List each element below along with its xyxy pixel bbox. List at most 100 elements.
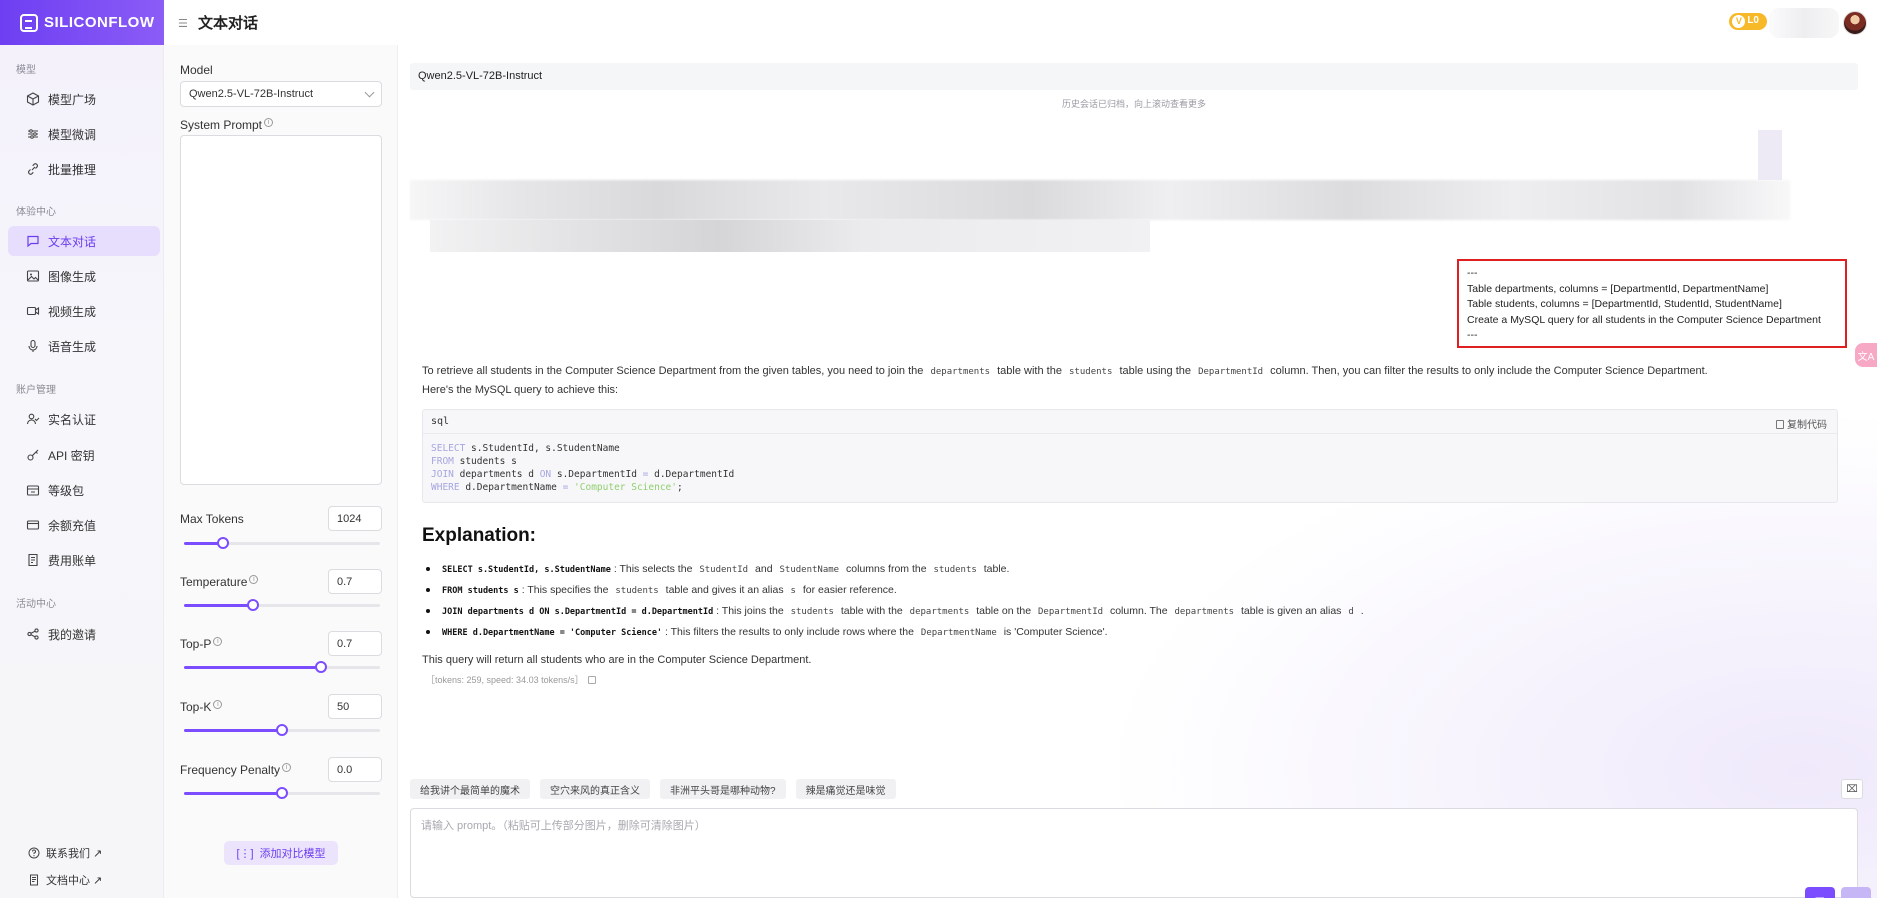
suggestion-chip[interactable]: 辣是痛觉还是味觉 bbox=[795, 779, 896, 799]
slider-thumb bbox=[276, 724, 288, 736]
temperature-input[interactable]: 0.7 bbox=[328, 569, 382, 594]
top-k-slider[interactable] bbox=[184, 724, 380, 736]
level-badge[interactable]: L0 bbox=[1729, 13, 1767, 30]
info-icon: i bbox=[213, 700, 223, 709]
top-k-label: Top-K i bbox=[180, 700, 223, 714]
brand-name: SILICONFLOW bbox=[44, 14, 155, 31]
page-title: 文本对话 bbox=[198, 15, 259, 32]
slider-thumb bbox=[315, 661, 328, 673]
sidebar-item-label: 图像生成 bbox=[48, 269, 97, 284]
compare-icon: [⋮] bbox=[236, 847, 254, 860]
info-icon: i bbox=[213, 637, 223, 646]
sidebar-item-batch-inference[interactable]: 批量推理 bbox=[8, 154, 160, 184]
chat-area: Qwen2.5-VL-72B-Instruct 历史会话已归档，向上滚动查看更多… bbox=[398, 45, 1877, 898]
system-prompt-textarea[interactable] bbox=[180, 135, 382, 485]
broom-icon: ⌧ bbox=[1846, 783, 1858, 795]
contact-us-link[interactable]: 联系我们 ↗ bbox=[28, 845, 102, 861]
clear-history-button[interactable]: ⌧ bbox=[1841, 779, 1863, 799]
sidebar-item-label: 视频生成 bbox=[48, 304, 97, 319]
user-message-line: --- bbox=[1467, 267, 1478, 279]
slider-thumb bbox=[276, 787, 288, 799]
frequency-penalty-slider[interactable] bbox=[184, 787, 380, 799]
sidebar-item-label: 文本对话 bbox=[48, 234, 97, 249]
siliconflow-logo-icon bbox=[20, 13, 38, 32]
answer-intro: To retrieve all students in the Computer… bbox=[422, 365, 1708, 377]
docs-link[interactable]: 文档中心 ↗ bbox=[28, 872, 102, 888]
frequency-penalty-label: Frequency Penalty i bbox=[180, 763, 292, 777]
list-item: SELECT s.StudentId, s.StudentName : This… bbox=[422, 559, 1852, 580]
history-archived-note[interactable]: 历史会话已归档，向上滚动查看更多 bbox=[410, 97, 1858, 110]
chat-model-name: Qwen2.5-VL-72B-Instruct bbox=[410, 63, 1858, 90]
user-message-line: Table students, columns = [DepartmentId,… bbox=[1467, 298, 1782, 310]
avatar[interactable] bbox=[1843, 11, 1867, 35]
suggestion-chip[interactable]: 给我讲个最简单的魔术 bbox=[410, 779, 530, 799]
sidebar-item-video-gen[interactable]: 视频生成 bbox=[8, 296, 160, 326]
sidebar-item-label: 批量推理 bbox=[48, 162, 97, 177]
user-message-bubble: --- Table departments, columns = [Depart… bbox=[1457, 259, 1847, 348]
upload-image-button[interactable]: ⊞ bbox=[1805, 887, 1835, 898]
send-icon: ➤ bbox=[1851, 894, 1862, 898]
top-k-input[interactable]: 50 bbox=[328, 694, 382, 719]
sidebar-item-label: 费用账单 bbox=[48, 553, 97, 568]
chat-icon bbox=[26, 234, 40, 248]
brand-logo[interactable]: SILICONFLOW bbox=[0, 0, 164, 45]
user-message-line: Table departments, columns = [Department… bbox=[1467, 282, 1769, 295]
send-button[interactable]: ➤ bbox=[1841, 887, 1871, 898]
system-prompt-label: System Prompt i bbox=[180, 118, 274, 132]
sidebar-item-api-keys[interactable]: API 密钥 bbox=[8, 440, 160, 470]
max-tokens-slider[interactable] bbox=[184, 537, 380, 549]
sidebar-item-image-gen[interactable]: 图像生成 bbox=[8, 261, 160, 291]
sidebar-item-label: 模型微调 bbox=[48, 127, 97, 142]
suggestion-chip[interactable]: 空穴来风的真正含义 bbox=[540, 779, 650, 799]
suggestion-chips: 给我讲个最简单的魔术 空穴来风的真正含义 非洲平头哥是哪种动物? 辣是痛觉还是味… bbox=[410, 779, 896, 799]
top-p-input[interactable]: 0.7 bbox=[328, 631, 382, 656]
sidebar-item-model-square[interactable]: 模型广场 bbox=[8, 84, 160, 114]
doc-icon bbox=[30, 874, 38, 886]
sidebar-item-level-package[interactable]: 等级包 bbox=[8, 475, 160, 505]
link-icon bbox=[26, 162, 40, 176]
docs-label: 文档中心 ↗ bbox=[46, 875, 103, 887]
copy-code-button[interactable]: 复制代码 bbox=[1776, 416, 1827, 431]
sidebar-item-fine-tune[interactable]: 模型微调 bbox=[8, 119, 160, 149]
info-icon: i bbox=[264, 118, 274, 127]
sliders-icon bbox=[26, 127, 40, 141]
suggestion-chip[interactable]: 非洲平头哥是哪种动物? bbox=[660, 779, 786, 799]
list-item: FROM students s : This specifies the stu… bbox=[422, 580, 1852, 601]
collapse-menu-icon[interactable]: ☰ bbox=[178, 17, 190, 30]
sidebar-item-voice-gen[interactable]: 语音生成 bbox=[8, 331, 160, 361]
video-icon bbox=[26, 304, 40, 318]
sidebar-item-invitations[interactable]: 我的邀请 bbox=[8, 619, 160, 649]
copy-icon[interactable] bbox=[587, 676, 596, 684]
share-icon bbox=[26, 627, 40, 641]
assistant-answer: To retrieve all students in the Computer… bbox=[422, 362, 1852, 686]
sidebar-item-label: 语音生成 bbox=[48, 339, 97, 354]
max-tokens-input[interactable]: 1024 bbox=[328, 506, 382, 531]
add-compare-model-button[interactable]: [⋮] 添加对比模型 bbox=[224, 841, 338, 865]
frequency-penalty-input[interactable]: 0.0 bbox=[328, 757, 382, 782]
explanation-heading: Explanation: bbox=[422, 525, 537, 546]
sidebar-item-billing[interactable]: 费用账单 bbox=[8, 545, 160, 575]
sidebar-item-recharge[interactable]: 余额充值 bbox=[8, 510, 160, 540]
package-icon bbox=[26, 483, 40, 497]
card-icon bbox=[26, 518, 40, 532]
code-language: sql bbox=[431, 416, 450, 427]
list-item: WHERE d.DepartmentName = 'Computer Scien… bbox=[422, 622, 1852, 643]
translate-tab[interactable]: 文A bbox=[1855, 343, 1877, 367]
sidebar-item-text-chat[interactable]: 文本对话 bbox=[8, 226, 160, 256]
temperature-slider[interactable] bbox=[184, 599, 380, 611]
top-p-label: Top-P i bbox=[180, 637, 223, 651]
prompt-input[interactable]: 请输入 prompt。（粘贴可上传部分图片，删除可清除图片） bbox=[410, 808, 1858, 898]
top-header: ☰ 文本对话 L0 bbox=[164, 0, 1877, 45]
app-root: SILICONFLOW 模型 模型广场 模型微调 批量推理 体验中心 文本对话 … bbox=[0, 0, 1877, 898]
user-message-line: --- bbox=[1467, 329, 1478, 341]
chevron-down-icon bbox=[364, 87, 375, 98]
model-select[interactable]: Qwen2.5-VL-72B-Instruct bbox=[180, 81, 382, 107]
contact-us-label: 联系我们 ↗ bbox=[46, 848, 103, 860]
account-info-redacted bbox=[1769, 8, 1839, 38]
section-label-experience: 体验中心 bbox=[16, 207, 56, 218]
sidebar-item-verification[interactable]: 实名认证 bbox=[8, 404, 160, 434]
explanation-list: SELECT s.StudentId, s.StudentName : This… bbox=[422, 559, 1852, 643]
top-p-slider[interactable] bbox=[184, 661, 380, 673]
sidebar-item-label: 模型广场 bbox=[48, 92, 97, 107]
sidebar-item-label: 实名认证 bbox=[48, 412, 97, 427]
